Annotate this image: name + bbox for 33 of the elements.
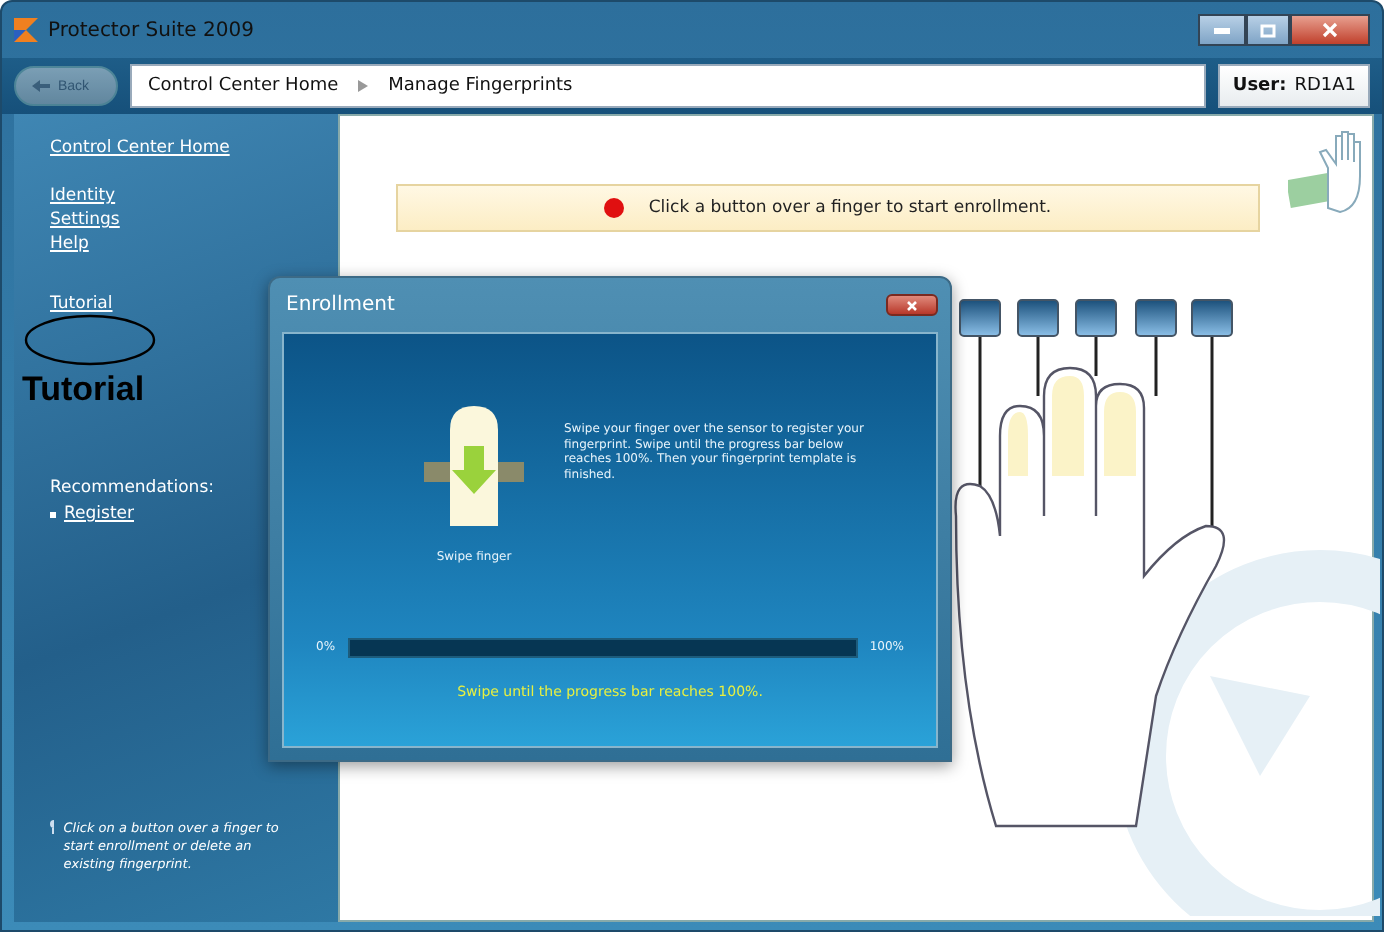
- dialog-title: Enrollment: [286, 294, 395, 316]
- window-title: Protector Suite 2009: [48, 19, 254, 41]
- finger-swipe-icon: [424, 406, 524, 530]
- close-icon: [906, 299, 918, 311]
- tutorial-link[interactable]: Tutorial: [50, 294, 113, 314]
- breadcrumb-separator-icon: [358, 80, 369, 92]
- back-arrow-icon: [32, 80, 50, 92]
- close-icon: [1322, 22, 1338, 38]
- close-button[interactable]: [1290, 14, 1370, 46]
- breadcrumb-link[interactable]: Control Center Home: [148, 76, 339, 96]
- breadcrumb-link[interactable]: Manage Fingerprints: [388, 76, 573, 96]
- bullet-icon: [50, 511, 56, 517]
- finger-button[interactable]: [1075, 299, 1117, 337]
- finger-button[interactable]: [1017, 299, 1059, 337]
- user-box: User: RD1A1: [1218, 64, 1370, 108]
- home-link[interactable]: Control Center Home: [50, 138, 230, 158]
- close-button[interactable]: [886, 294, 938, 316]
- recommendation-link[interactable]: Register: [64, 504, 134, 524]
- sidebar-link[interactable]: Identity: [50, 186, 116, 206]
- sidebar-link[interactable]: Settings: [50, 210, 120, 230]
- finger-button[interactable]: [1135, 299, 1177, 337]
- app-logo-icon: [14, 18, 38, 42]
- status-dot-icon: [604, 198, 625, 218]
- minimize-icon: [1214, 27, 1230, 33]
- banner-text: Click a button over a finger to start enrollment.: [648, 198, 1052, 218]
- finger-button[interactable]: [959, 299, 1001, 337]
- finger-button[interactable]: [1191, 299, 1233, 337]
- recommendations-title: Recommendations:: [50, 478, 216, 498]
- sidebar-link[interactable]: Help: [50, 234, 89, 254]
- maximize-button[interactable]: [1246, 14, 1290, 46]
- annotation-label: Tutorial: [22, 370, 145, 410]
- maximize-icon: [1260, 23, 1276, 37]
- minimize-button[interactable]: [1198, 14, 1246, 46]
